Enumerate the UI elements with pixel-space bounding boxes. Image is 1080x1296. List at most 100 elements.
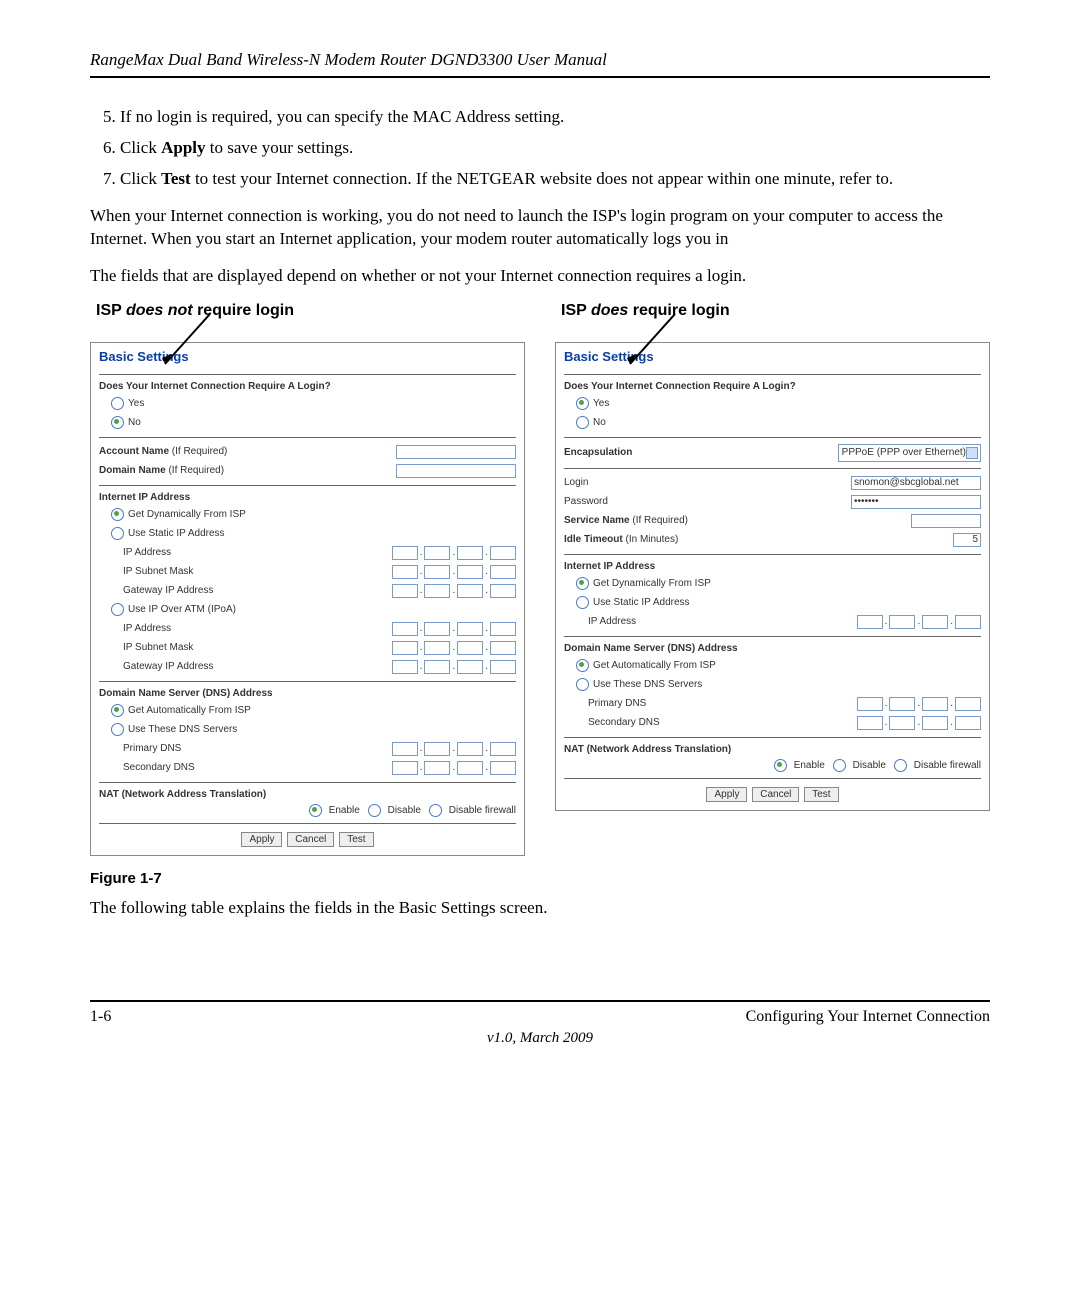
radio-dns-use-row[interactable]: Use These DNS Servers [564,677,981,693]
apply-button[interactable]: Apply [706,787,747,802]
radio-no-row[interactable]: No [564,415,981,431]
service-name-row: Service Name (If Required) [564,513,981,529]
ip-subnet-row2: IP Subnet Mask ... [99,640,516,656]
step-6-text-a: Click [120,138,161,157]
radio-icon [309,804,322,817]
radio-yes-row[interactable]: Yes [99,396,516,412]
radio-icon [576,678,589,691]
test-button[interactable]: Test [339,832,373,847]
ip-address-input2[interactable]: ... [392,622,516,636]
step-5-text: If no login is required, you can specify… [120,107,564,126]
ip-address-input[interactable]: ... [857,615,981,629]
radio-icon [111,603,124,616]
secondary-dns-input[interactable]: ... [392,761,516,775]
figure-left-col: ISP does not require login Basic Setting… [90,302,525,856]
cancel-button[interactable]: Cancel [752,787,799,802]
dns-head: Domain Name Server (DNS) Address [99,688,516,699]
idle-timeout-row: Idle Timeout (In Minutes) 5 [564,532,981,548]
primary-dns-input[interactable]: ... [392,742,516,756]
idle-timeout-input[interactable]: 5 [953,533,981,547]
radio-icon [111,723,124,736]
secondary-dns-row: Secondary DNS ... [564,715,981,731]
arrow-left-icon [160,314,220,374]
encapsulation-select[interactable]: PPPoE (PPP over Ethernet) [838,444,981,462]
figure-caption: Figure 1-7 [90,870,990,887]
service-name-input[interactable] [911,514,981,528]
page-footer: 1-6 Configuring Your Internet Connection [90,1000,990,1026]
gateway-ip-row2: Gateway IP Address ... [99,659,516,675]
version-footer: v1.0, March 2009 [90,1030,990,1047]
page-number: 1-6 [90,1008,111,1026]
radio-static-row[interactable]: Use Static IP Address [564,595,981,611]
gateway-ip-input2[interactable]: ... [392,660,516,674]
ip-address-row: IP Address ... [99,545,516,561]
step-7-bold: Test [161,169,191,188]
internet-ip-head: Internet IP Address [99,492,516,503]
login-row: Login snomon@sbcglobal.net [564,475,981,491]
primary-dns-row: Primary DNS ... [99,741,516,757]
nat-disable[interactable]: Disable [833,759,886,772]
ip-address-row2: IP Address ... [99,621,516,637]
secondary-dns-row: Secondary DNS ... [99,760,516,776]
radio-dyn-row[interactable]: Get Dynamically From ISP [99,507,516,523]
step-5: If no login is required, you can specify… [120,106,990,129]
panel-login: Basic Settings Does Your Internet Connec… [555,342,990,811]
chapter-title: Configuring Your Internet Connection [746,1008,990,1026]
radio-ipoa-row[interactable]: Use IP Over ATM (IPoA) [99,602,516,618]
login-input[interactable]: snomon@sbcglobal.net [851,476,981,490]
step-7-text-a: Click [120,169,161,188]
nat-head: NAT (Network Address Translation) [99,789,516,800]
radio-icon [576,397,589,410]
radio-icon [576,577,589,590]
gateway-ip-row: Gateway IP Address ... [99,583,516,599]
dns-head: Domain Name Server (DNS) Address [564,643,981,654]
radio-no-row[interactable]: No [99,415,516,431]
ip-address-row: IP Address ... [564,614,981,630]
radio-icon [576,659,589,672]
right-col-title: ISP does require login [555,302,990,320]
apply-button[interactable]: Apply [241,832,282,847]
nat-enable[interactable]: Enable [309,804,360,817]
nat-disable[interactable]: Disable [368,804,421,817]
primary-dns-input[interactable]: ... [857,697,981,711]
radio-dns-auto-row[interactable]: Get Automatically From ISP [564,658,981,674]
radio-icon [833,759,846,772]
step-7-text-c: to test your Internet connection. If the… [191,169,893,188]
domain-name-input[interactable] [396,464,516,478]
step-7: Click Test to test your Internet connect… [120,168,990,191]
cancel-button[interactable]: Cancel [287,832,334,847]
radio-icon [576,596,589,609]
account-name-input[interactable] [396,445,516,459]
button-row: Apply Cancel Test [99,832,516,847]
radio-dns-auto-row[interactable]: Get Automatically From ISP [99,703,516,719]
paragraph-1: When your Internet connection is working… [90,205,990,251]
test-button[interactable]: Test [804,787,838,802]
ip-address-input[interactable]: ... [392,546,516,560]
password-input[interactable]: ••••••• [851,495,981,509]
figure-wrap: ISP does not require login Basic Setting… [90,302,990,856]
nat-disable-fw[interactable]: Disable firewall [429,804,516,817]
radio-static-row[interactable]: Use Static IP Address [99,526,516,542]
secondary-dns-input[interactable]: ... [857,716,981,730]
radio-icon [429,804,442,817]
ip-subnet-input[interactable]: ... [392,565,516,579]
radio-yes-row[interactable]: Yes [564,396,981,412]
step-6-text-c: to save your settings. [206,138,354,157]
ip-subnet-input2[interactable]: ... [392,641,516,655]
login-question: Does Your Internet Connection Require A … [99,381,516,392]
password-row: Password ••••••• [564,494,981,510]
radio-dyn-row[interactable]: Get Dynamically From ISP [564,576,981,592]
radio-dns-use-row[interactable]: Use These DNS Servers [99,722,516,738]
radio-icon [111,508,124,521]
radio-icon [894,759,907,772]
internet-ip-head: Internet IP Address [564,561,981,572]
radio-icon [368,804,381,817]
running-header: RangeMax Dual Band Wireless-N Modem Rout… [90,50,990,78]
primary-dns-row: Primary DNS ... [564,696,981,712]
radio-icon [576,416,589,429]
nat-disable-fw[interactable]: Disable firewall [894,759,981,772]
gateway-ip-input[interactable]: ... [392,584,516,598]
radio-icon [111,704,124,717]
radio-icon [111,397,124,410]
nat-enable[interactable]: Enable [774,759,825,772]
